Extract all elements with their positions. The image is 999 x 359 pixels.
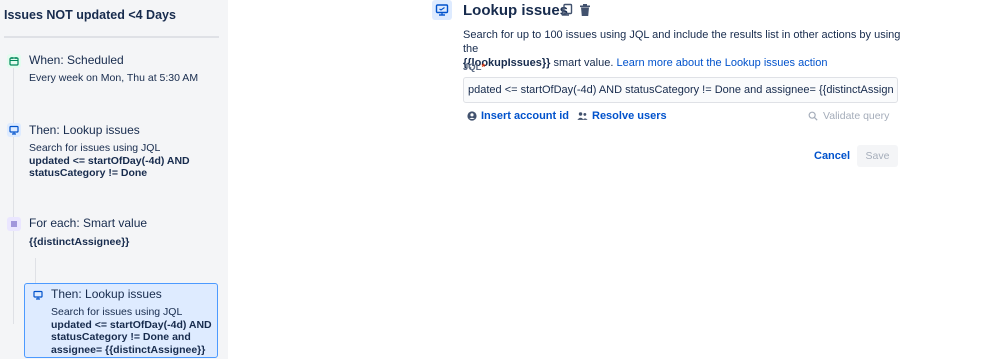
resolve-users-label: Resolve users [592,110,667,122]
trash-icon[interactable] [578,3,592,17]
jql-input[interactable] [463,77,898,103]
description-text: Search for up to 100 issues using JQL an… [463,29,901,55]
insert-account-id-button[interactable]: Insert account id [467,110,569,122]
jql-label-text: JQL [463,62,482,73]
monitor-icon [31,288,45,302]
step-title: For each: Smart value [29,216,148,230]
step-title: When: Scheduled [29,53,124,67]
step-title: Then: Lookup issues [51,287,162,301]
rule-panel: Issues NOT updated <4 Days When: Schedul… [0,0,228,359]
detail-description: Search for up to 100 issues using JQL an… [463,28,903,70]
users-icon [577,112,588,120]
lookup-issues-icon [432,0,452,20]
cancel-button[interactable]: Cancel [806,145,858,167]
resolve-users-button[interactable]: Resolve users [577,110,667,122]
timeline-branch-line [35,258,36,284]
calendar-icon [7,54,21,68]
description-text-2: smart value. [553,57,614,69]
step-description-prefix: Search for issues using JQL [29,142,161,154]
step-description-prefix: Search for issues using JQL [51,306,183,318]
save-button[interactable]: Save [857,145,898,167]
step-for-each[interactable]: For each: Smart value {{distinctAssignee… [0,213,228,253]
detail-title: Lookup issues [463,2,569,19]
step-lookup-issues-selected[interactable]: Then: Lookup issues Search for issues us… [24,283,218,358]
step-lookup-issues[interactable]: Then: Lookup issues Search for issues us… [0,120,228,180]
copy-icon[interactable] [560,3,574,17]
jql-label: JQL* [463,62,485,73]
timeline-line [13,64,14,324]
step-description: Search for issues using JQL updated <= s… [29,142,214,180]
step-description: Search for issues using JQL updated <= s… [51,306,217,356]
validate-query-button[interactable]: Validate query [808,110,889,122]
step-title: Then: Lookup issues [29,123,140,137]
step-description: Every week on Mon, Thu at 5:30 AM [29,72,199,84]
list-icon [7,217,21,231]
search-icon [808,111,818,121]
step-description: {{distinctAssignee}} [29,236,129,249]
divider [4,36,219,38]
step-trigger[interactable]: When: Scheduled Every week on Mon, Thu a… [0,50,228,90]
user-circle-icon [467,111,477,121]
validate-query-label: Validate query [823,110,890,122]
learn-more-link[interactable]: Learn more about the Lookup issues actio… [616,57,827,69]
insert-account-id-label: Insert account id [481,110,570,122]
step-jql: updated <= startOfDay(-4d) AND statusCat… [29,154,190,180]
header-actions [560,3,592,17]
required-marker: * [481,62,486,73]
step-jql: updated <= startOfDay(-4d) AND statusCat… [51,318,212,356]
step-smart-value: {{distinctAssignee}} [29,236,130,248]
monitor-icon [7,123,21,137]
rule-title: Issues NOT updated <4 Days [4,8,176,22]
